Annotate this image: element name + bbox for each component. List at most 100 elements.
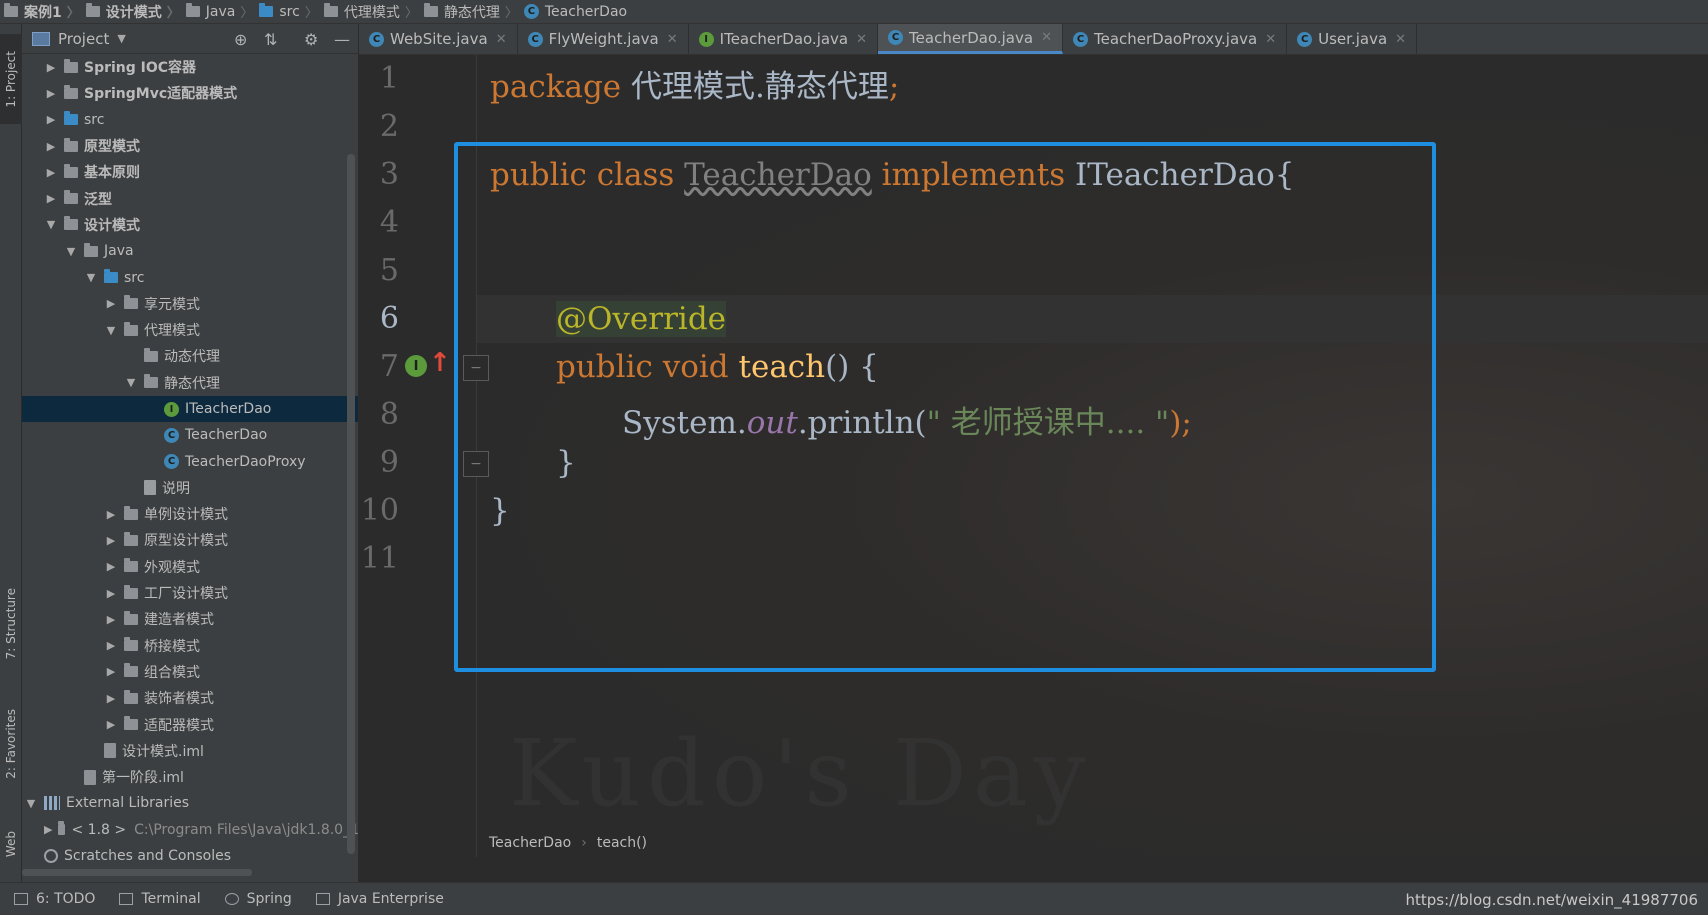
editor-tab[interactable]: C TeacherDaoProxy.java ✕ xyxy=(1063,24,1288,54)
tree-node[interactable]: ▶ 原型模式 xyxy=(22,133,358,159)
breadcrumb-item[interactable]: Java 〉 xyxy=(185,2,260,21)
close-icon[interactable]: ✕ xyxy=(1395,32,1406,47)
java-enterprise-tool-button[interactable]: Java Enterprise xyxy=(315,891,444,907)
editor-tab[interactable]: C TeacherDao.java ✕ xyxy=(878,24,1063,54)
tree-node[interactable]: 说明 xyxy=(22,475,358,501)
collapse-arrow-icon[interactable]: ▼ xyxy=(64,245,78,258)
expand-arrow-icon[interactable]: ▶ xyxy=(44,823,52,836)
tree-node[interactable]: ▶ 基本原则 xyxy=(22,159,358,185)
close-icon[interactable]: ✕ xyxy=(1041,30,1052,45)
gear-icon[interactable]: ⚙ xyxy=(304,30,318,49)
tree-node[interactable]: ▶ 泛型 xyxy=(22,185,358,211)
line-number: 11 xyxy=(360,541,399,576)
collapse-arrow-icon[interactable]: ▼ xyxy=(124,376,138,389)
tree-node[interactable]: ▼ 代理模式 xyxy=(22,317,358,343)
hide-panel-icon[interactable]: — xyxy=(334,30,350,49)
tree-node[interactable]: ▼ 设计模式 xyxy=(22,212,358,238)
collapse-arrow-icon[interactable]: ▼ xyxy=(44,218,58,231)
editor-tab[interactable]: C FlyWeight.java ✕ xyxy=(518,24,689,54)
close-icon[interactable]: ✕ xyxy=(496,32,507,47)
tree-node[interactable]: ▶ 建造者模式 xyxy=(22,606,358,632)
editor-tab[interactable]: C WebSite.java ✕ xyxy=(359,24,518,54)
tree-node[interactable]: ▶ 享元模式 xyxy=(22,291,358,317)
editor-crumb-class[interactable]: TeacherDao xyxy=(489,835,571,851)
tree-node[interactable]: I ITeacherDao xyxy=(22,395,358,423)
chevron-down-icon[interactable]: ▼ xyxy=(117,32,125,45)
tool-tab-project[interactable]: 1: Project xyxy=(0,34,22,124)
java-enterprise-icon xyxy=(315,893,330,905)
horizontal-scrollbar[interactable] xyxy=(22,869,252,876)
code-editor[interactable]: Kudo's Day 1 2 3 4 5 6 7 8 9 10 11 I ↑ − − package… xyxy=(359,55,1708,857)
collapse-arrow-icon[interactable]: ▼ xyxy=(104,324,118,337)
expand-arrow-icon[interactable]: ▶ xyxy=(44,61,58,74)
expand-arrow-icon[interactable]: ▶ xyxy=(104,297,118,310)
tree-node[interactable]: C TeacherDao xyxy=(22,422,358,448)
expand-arrow-icon[interactable]: ▶ xyxy=(104,534,118,547)
go-to-super-arrow-icon[interactable]: ↑ xyxy=(429,348,451,378)
tree-node[interactable]: ▶ 装饰者模式 xyxy=(22,685,358,711)
expand-arrow-icon[interactable]: ▶ xyxy=(44,87,58,100)
collapse-all-icon[interactable]: ⇅ xyxy=(264,30,277,49)
tree-node[interactable]: ▶ 外观模式 xyxy=(22,554,358,580)
close-icon[interactable]: ✕ xyxy=(856,32,867,47)
breadcrumb-item[interactable]: 代理模式〉 xyxy=(323,2,424,22)
breadcrumb-item[interactable]: 设计模式〉 xyxy=(85,2,186,22)
expand-arrow-icon[interactable]: ▶ xyxy=(44,113,58,126)
tree-node[interactable]: ▶ Spring IOC容器 xyxy=(22,54,358,80)
tree-node[interactable]: ▶ < 1.8 > C:\Program Files\Java\jdk1.8.0_1 xyxy=(22,817,358,843)
tree-node[interactable]: 设计模式.iml xyxy=(22,738,358,764)
tool-tab-web[interactable]: Web xyxy=(0,814,22,874)
expand-arrow-icon[interactable]: ▶ xyxy=(104,665,118,678)
tree-node[interactable]: ▶ SpringMvc适配器模式 xyxy=(22,80,358,106)
collapse-arrow-icon[interactable]: ▼ xyxy=(24,797,38,810)
todo-tool-button[interactable]: 6: TODO xyxy=(14,891,95,907)
line-number: 8 xyxy=(379,397,399,432)
tree-node[interactable]: ▼ src xyxy=(22,264,358,290)
line-number: 7 xyxy=(379,349,399,384)
editor-tab[interactable]: I ITeacherDao.java ✕ xyxy=(689,24,879,54)
breadcrumb-item[interactable]: 静态代理〉 xyxy=(423,2,524,22)
locate-icon[interactable]: ⊕ xyxy=(234,30,247,49)
editor-crumb-method[interactable]: teach() xyxy=(597,835,647,851)
expand-arrow-icon[interactable]: ▶ xyxy=(104,587,118,600)
breadcrumb-item[interactable]: C TeacherDao xyxy=(523,4,627,20)
expand-arrow-icon[interactable]: ▶ xyxy=(104,692,118,705)
breadcrumb-item[interactable]: 案例1 〉 xyxy=(4,2,86,22)
tree-node[interactable]: ▼ External Libraries xyxy=(22,790,358,816)
tree-node[interactable]: ▶ 适配器模式 xyxy=(22,711,358,737)
tool-tab-favorites[interactable]: 2: Favorites xyxy=(0,689,22,799)
collapse-arrow-icon[interactable]: ▼ xyxy=(84,271,98,284)
tree-node[interactable]: ▶ 原型设计模式 xyxy=(22,527,358,553)
package-icon xyxy=(144,347,158,362)
expand-arrow-icon[interactable]: ▶ xyxy=(104,508,118,521)
tree-node[interactable]: ▶ 工厂设计模式 xyxy=(22,580,358,606)
tree-node[interactable]: ▶ src xyxy=(22,107,358,133)
tree-node[interactable]: ▼ Java xyxy=(22,238,358,264)
breadcrumb-item[interactable]: src 〉 xyxy=(259,2,323,21)
vertical-scrollbar[interactable] xyxy=(347,154,355,854)
tree-node[interactable]: 动态代理 xyxy=(22,343,358,369)
tree-node[interactable]: ▶ 桥接模式 xyxy=(22,633,358,659)
tree-node[interactable]: ▶ 组合模式 xyxy=(22,659,358,685)
close-icon[interactable]: ✕ xyxy=(667,32,678,47)
line-number: 6 xyxy=(379,301,399,336)
expand-arrow-icon[interactable]: ▶ xyxy=(104,718,118,731)
tree-node[interactable]: Scratches and Consoles xyxy=(22,843,358,869)
editor-tab[interactable]: C User.java ✕ xyxy=(1287,24,1418,54)
expand-arrow-icon[interactable]: ▶ xyxy=(44,166,58,179)
project-view-selector[interactable]: Project xyxy=(58,30,109,48)
expand-arrow-icon[interactable]: ▶ xyxy=(44,192,58,205)
tool-tab-structure[interactable]: 7: Structure xyxy=(0,564,22,684)
expand-arrow-icon[interactable]: ▶ xyxy=(44,140,58,153)
expand-arrow-icon[interactable]: ▶ xyxy=(104,639,118,652)
spring-tool-button[interactable]: Spring xyxy=(224,891,292,907)
terminal-tool-button[interactable]: Terminal xyxy=(119,891,201,907)
implements-interface-gutter-icon[interactable]: I xyxy=(405,355,427,377)
tree-node[interactable]: 第一阶段.iml xyxy=(22,764,358,790)
tree-node[interactable]: ▼ 静态代理 xyxy=(22,370,358,396)
expand-arrow-icon[interactable]: ▶ xyxy=(104,560,118,573)
close-icon[interactable]: ✕ xyxy=(1265,32,1276,47)
expand-arrow-icon[interactable]: ▶ xyxy=(104,613,118,626)
tree-node[interactable]: ▶ 单例设计模式 xyxy=(22,501,358,527)
tree-node[interactable]: C TeacherDaoProxy xyxy=(22,448,358,474)
